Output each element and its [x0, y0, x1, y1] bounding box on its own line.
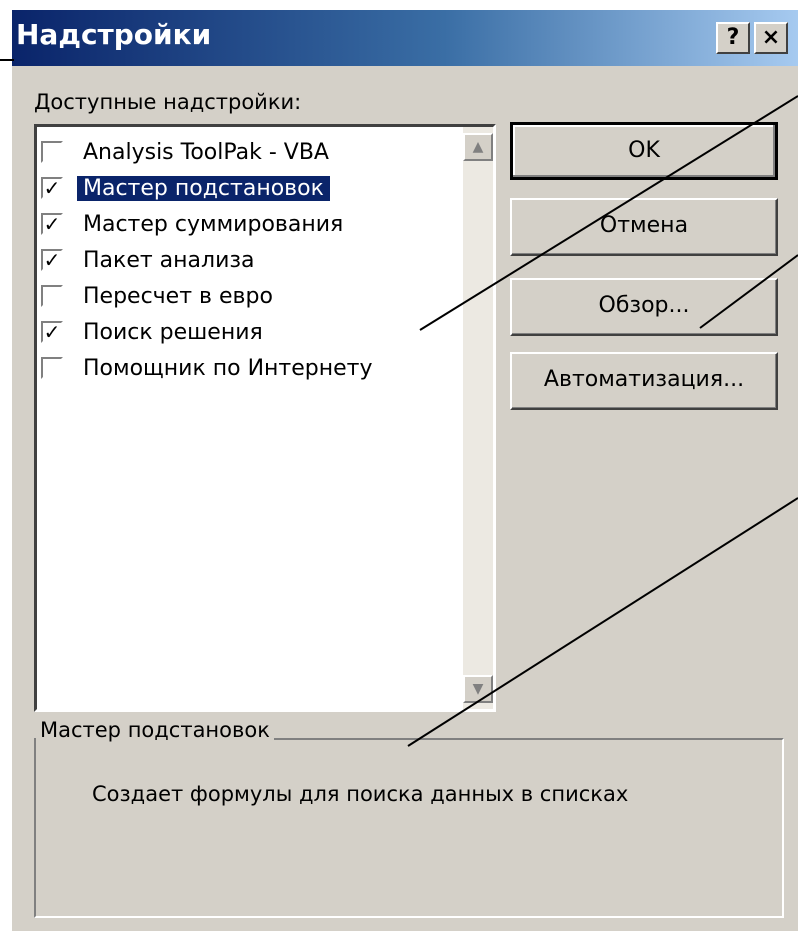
callout-line-browse	[699, 254, 798, 329]
callout-line-description	[407, 497, 798, 747]
callout-line-listbox	[419, 95, 798, 331]
callout-lines	[0, 59, 798, 747]
